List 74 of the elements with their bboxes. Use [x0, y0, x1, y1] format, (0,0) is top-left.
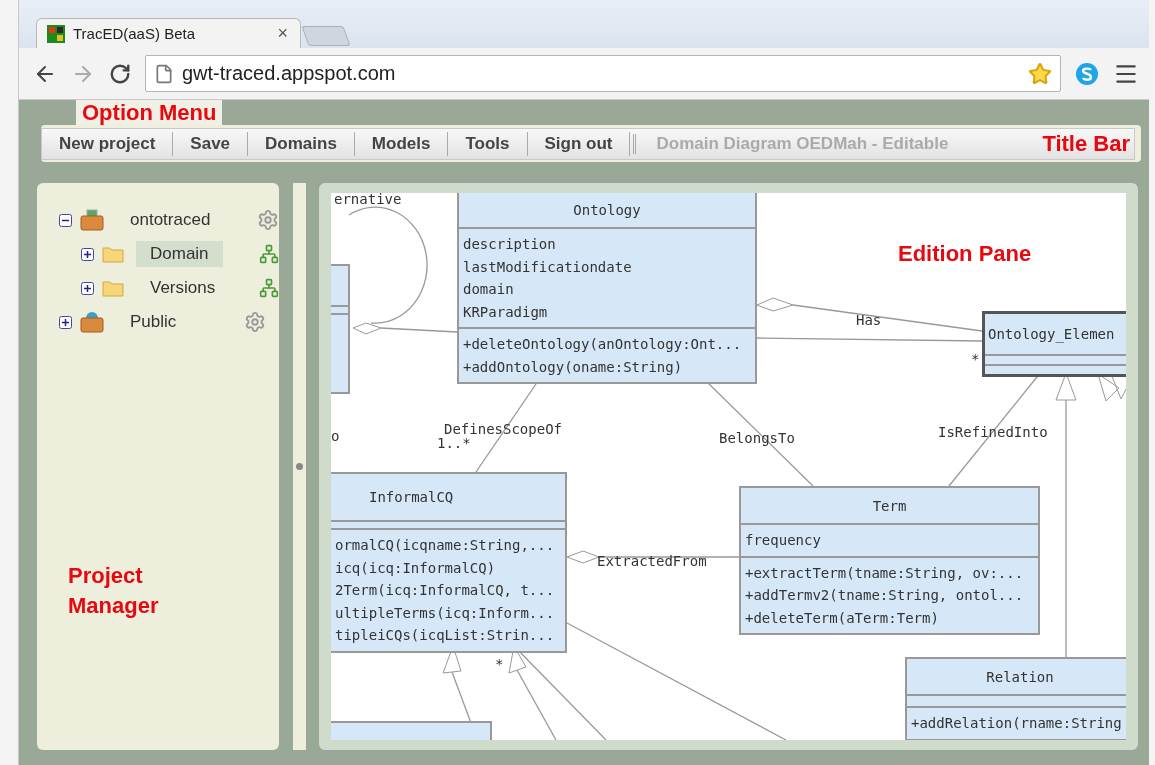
- menu-item[interactable]: Domains: [248, 131, 355, 156]
- menu-item[interactable]: New project: [42, 131, 174, 156]
- menu-item[interactable]: Models: [354, 131, 449, 156]
- connector-label: *: [971, 351, 980, 367]
- expand-icon[interactable]: [81, 281, 94, 295]
- tree-item[interactable]: Domain: [136, 241, 223, 267]
- expand-icon[interactable]: [81, 247, 94, 261]
- class-method: +addTermv2(tname:String, ontol...: [745, 586, 1025, 605]
- connector-label: ernative: [334, 193, 402, 207]
- tree-item[interactable]: Public: [116, 309, 191, 335]
- class-attribute: description: [463, 235, 557, 254]
- box-icon: [80, 209, 104, 231]
- connector-label: o: [331, 428, 340, 444]
- hierarchy-icon[interactable]: [258, 244, 279, 264]
- menu-item[interactable]: Tools: [448, 131, 528, 156]
- class-method: +deleteTerm(aTerm:Term): [745, 608, 940, 628]
- class-method: 2Term(icq:InformalCQ, t...: [335, 581, 556, 600]
- class-method: ultipleTerms(icq:Inform...: [335, 603, 556, 623]
- gear-icon[interactable]: [244, 311, 267, 333]
- page-icon: [154, 63, 174, 84]
- connector-label: Has: [856, 312, 882, 328]
- class-method: tipleiCQs(icqList:Strin...: [335, 626, 556, 645]
- class-method: +addOntology(oname:String): [463, 357, 684, 377]
- tab-title: TracED(aaS) Beta: [73, 25, 196, 42]
- class-box[interactable]: Term frequency +extractTerm(tname:String, ov:... +addTermv2(tname:String, ontol... +deleteTerm(aTerm:Term): [739, 486, 1040, 635]
- reload-icon[interactable]: [109, 62, 131, 85]
- connector-label: 1..*: [437, 435, 471, 451]
- connector-label: ExtractedFrom: [597, 553, 707, 569]
- class-method: +addRelation(rname:String: [911, 714, 1123, 733]
- skype-icon[interactable]: [1075, 61, 1099, 86]
- annotation-label: Project Manager: [68, 562, 160, 620]
- hierarchy-icon[interactable]: [259, 278, 279, 298]
- class-box[interactable]: Ontology_Elemen: [982, 311, 1126, 377]
- gear-icon[interactable]: [257, 209, 279, 231]
- class-attribute: domain: [463, 280, 515, 299]
- class-method: +extractTerm(tname:String, ov:...: [745, 563, 1025, 583]
- class-method: ormalCQ(icqname:String,...: [335, 536, 556, 555]
- class-name: Relation: [986, 668, 1054, 685]
- class-attribute: KRParadigm: [463, 302, 549, 322]
- collapse-icon[interactable]: [59, 213, 72, 227]
- folder-icon: [102, 279, 124, 297]
- class-name: InformalCQ: [369, 489, 454, 505]
- globe-box-icon: [80, 311, 104, 333]
- browser-tab[interactable]: TracED(aaS) Beta ×: [36, 18, 301, 48]
- class-name: Term: [872, 497, 907, 514]
- close-button[interactable]: ×: [277, 23, 288, 44]
- class-box[interactable]: InformalCQ ormalCQ(icqname:String,... icq(icq:InformalCQ) 2Term(icq:InformalCQ, t... ultipleTerms(icq:Inform... tipleiCQs(icqList:Strin...: [331, 472, 567, 653]
- tree-item[interactable]: ontotraced: [116, 207, 225, 233]
- folder-icon: [102, 245, 124, 263]
- connector-label: DefinesScopeOf: [444, 421, 562, 437]
- class-name: Ontology_Elemen: [988, 326, 1115, 342]
- class-attribute: lastModificationdate: [463, 257, 633, 277]
- annotation-label: Title Bar: [1042, 130, 1130, 157]
- class-box[interactable]: Ontology description lastModificationdate domain KRParadigm +deleteOntology(anOntology:Ont... +addOntology(oname:String): [457, 193, 757, 384]
- menu-item[interactable]: Sign out: [527, 131, 631, 156]
- connector-label: *: [495, 656, 504, 672]
- diagram-title: Domain Diagram OEDMah - Editable: [633, 133, 1043, 154]
- class-box[interactable]: Relation +addRelation(rname:String: [905, 657, 1126, 740]
- class-method: +deleteOntology(anOntology:Ont...: [463, 335, 743, 354]
- annotation-label: Edition Pane: [898, 241, 1032, 266]
- splitter-handle[interactable]: [296, 463, 303, 470]
- connector-label: BelongsTo: [719, 430, 795, 446]
- annotation-label: Option Menu: [76, 100, 223, 125]
- new-tab-button[interactable]: [301, 26, 351, 46]
- menu-item[interactable]: Save: [173, 131, 249, 156]
- tree-item[interactable]: Versions: [136, 275, 230, 301]
- class-method: icq(icq:InformalCQ): [335, 558, 497, 578]
- grid-logo-icon: [47, 24, 65, 43]
- class-attribute: frequency: [745, 531, 822, 550]
- connector-label: IsRefinedInto: [938, 424, 1048, 440]
- class-name: Ontology: [573, 202, 641, 218]
- address-field[interactable]: gwt-traced.appspot.com: [145, 55, 1061, 92]
- expand-icon[interactable]: [59, 315, 72, 329]
- star-icon[interactable]: [1028, 61, 1052, 86]
